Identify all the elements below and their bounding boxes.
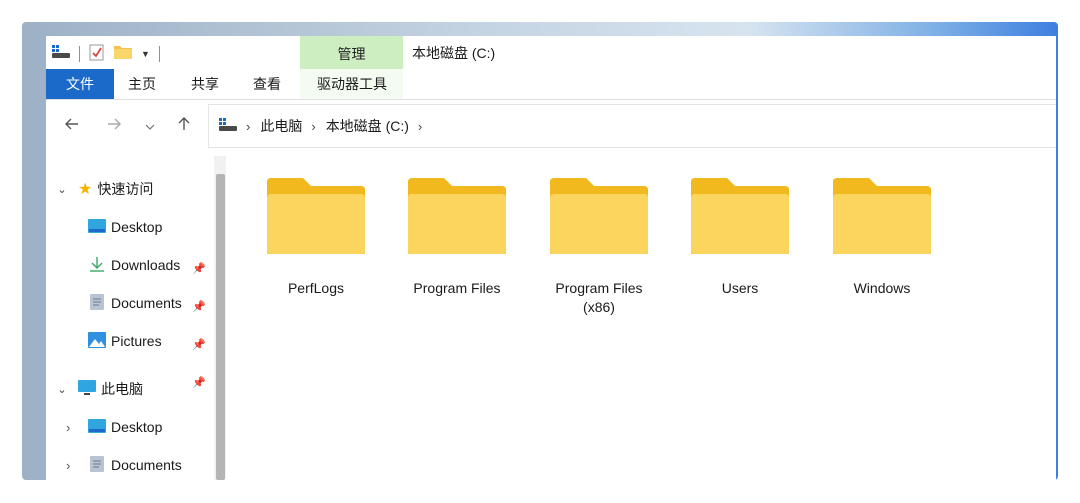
recent-locations-button[interactable] [138,114,162,138]
customize-toolbar-dropdown-icon[interactable]: ▼ [141,49,150,59]
download-icon [88,256,106,275]
breadcrumb-this-pc[interactable]: 此电脑 [260,116,302,136]
navigation-bar: › 此电脑 › 本地磁盘 (C:) › [46,100,1056,152]
breadcrumb-chevron-icon[interactable]: › [418,119,422,134]
breadcrumb-chevron-icon[interactable]: › [311,119,315,134]
back-button[interactable] [60,114,84,138]
sidebar-item-desktop[interactable]: Desktop [88,212,162,242]
folder-icon [689,178,791,260]
chevron-down-icon[interactable]: ⌄ [56,183,68,196]
sidebar-item-label: Desktop [111,219,163,235]
pin-icon[interactable]: 📌 [192,300,206,313]
folder-name: Users [721,280,759,296]
toolbar-separator [79,46,80,62]
tab-share[interactable]: 共享 [183,69,227,99]
quick-access-toolbar: ▼ [52,42,160,66]
drive-icon[interactable] [52,44,70,64]
folder-icon [831,178,933,260]
sidebar-item-pc-desktop[interactable]: › Desktop [66,412,162,442]
ribbon-tab-bar: 文件 主页 共享 查看 驱动器工具 [46,69,1056,100]
folder-item[interactable]: PerfLogs [254,176,378,298]
up-button[interactable] [172,114,196,138]
file-list: PerfLogs Program Files Program Files (x8… [232,152,1056,480]
folder-item[interactable]: Program Files (x86) [537,176,661,317]
chevron-down-icon [145,117,155,135]
folder-icon [548,178,650,260]
desktop-folder-icon [88,218,106,236]
file-explorer-window: ▼ 管理 本地磁盘 (C:) 文件 主页 共享 查看 驱动器工具 › 此电脑 ›… [46,36,1056,480]
pin-icon[interactable]: 📌 [192,338,206,351]
toolbar-separator [158,46,160,62]
folder-name: Program Files [413,280,501,296]
chevron-down-icon[interactable]: ⌄ [56,383,68,396]
contextual-tab-manage[interactable]: 管理 [300,36,403,69]
folder-name: PerfLogs [287,280,345,296]
sidebar-item-pictures[interactable]: Pictures [88,326,162,356]
tab-drive-tools[interactable]: 驱动器工具 [304,69,400,99]
this-pc-icon [219,117,237,135]
tab-home[interactable]: 主页 [120,69,164,99]
breadcrumb-chevron-icon[interactable]: › [246,119,250,134]
folder-item[interactable]: Users [678,176,802,298]
address-bar[interactable]: › 此电脑 › 本地磁盘 (C:) › [208,104,1056,148]
arrow-up-icon [178,116,190,136]
folder-item[interactable]: Windows [820,176,944,298]
arrow-right-icon [107,117,121,135]
new-folder-icon[interactable] [114,44,132,64]
folder-name-line2: (x86) [583,299,615,315]
sidebar-item-label: Documents [111,295,182,311]
breadcrumb-local-disk[interactable]: 本地磁盘 (C:) [326,116,409,136]
tab-file[interactable]: 文件 [46,69,114,99]
monitor-icon [78,379,96,399]
folder-name: Windows [853,280,911,296]
sidebar-item-quick-access[interactable]: ⌄ ★ 快速访问 [56,174,153,204]
sidebar-item-pc-documents[interactable]: › Documents [66,450,182,480]
sidebar-item-downloads[interactable]: Downloads [88,250,180,280]
sidebar-item-label: Downloads [111,257,181,273]
navigation-pane: ⌄ ★ 快速访问 Desktop 📌 Downloads 📌 Documents… [46,152,226,480]
pictures-icon [88,331,106,351]
sidebar-item-label: 快速访问 [97,181,154,197]
arrow-left-icon [65,117,79,135]
star-icon: ★ [78,181,93,198]
tab-view[interactable]: 查看 [245,69,289,99]
pin-icon[interactable]: 📌 [192,376,206,389]
folder-item[interactable]: Program Files [395,176,519,298]
sidebar-item-this-pc[interactable]: ⌄ 此电脑 [56,374,143,404]
sidebar-scrollbar-thumb[interactable] [216,174,225,480]
sidebar-item-label: Pictures [111,333,162,349]
documents-icon [88,293,106,314]
properties-icon[interactable] [89,43,105,66]
documents-icon [88,455,106,476]
chevron-right-icon[interactable]: › [66,458,80,473]
chevron-right-icon[interactable]: › [66,420,80,435]
sidebar-item-documents[interactable]: Documents [88,288,182,318]
sidebar-item-label: 此电脑 [101,381,143,397]
sidebar-item-label: Documents [111,457,182,473]
desktop-folder-icon [88,418,106,436]
sidebar-item-label: Desktop [111,419,163,435]
pin-icon[interactable]: 📌 [192,262,206,275]
forward-button[interactable] [102,114,126,138]
folder-name: Program Files [555,280,643,296]
folder-icon [265,178,367,260]
folder-icon [406,178,508,260]
window-title: 本地磁盘 (C:) [412,45,496,61]
